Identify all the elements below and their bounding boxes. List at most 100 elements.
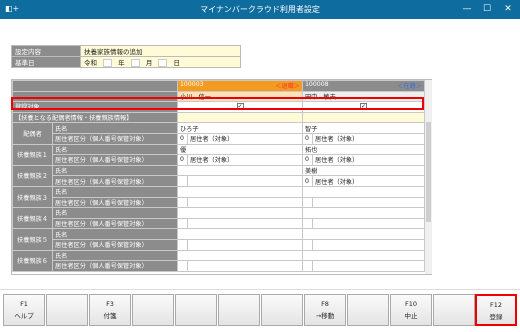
dependent-name[interactable] <box>177 228 303 240</box>
residence-code[interactable]: 0 <box>177 154 188 166</box>
employee-code: 100008 <box>305 81 329 89</box>
residence-code[interactable]: 0 <box>302 132 313 145</box>
dependents-grid: 100003 ＜退職＞ 100008 ＜在籍＞ 小川 信一 田中 敏夫 登録対象… <box>11 79 432 275</box>
residence-value: 居住者（対象） <box>312 132 425 145</box>
residence-value <box>312 217 425 230</box>
field-label: 氏名 <box>52 249 178 262</box>
residence-code[interactable] <box>177 238 188 251</box>
residence-value <box>187 238 303 251</box>
month-input[interactable] <box>130 59 140 67</box>
f7-button[interactable] <box>261 294 303 326</box>
register-checkbox[interactable]: ✓ <box>236 103 244 111</box>
month-unit: 月 <box>145 59 153 67</box>
employee-header-1[interactable]: 100003 ＜退職＞ <box>177 80 303 92</box>
base-date-label: 基準日 <box>11 56 81 68</box>
residence-code[interactable] <box>302 238 313 251</box>
settings-info: 設定内容 扶養家族情報の追加 基準日 令和 年 月 日 <box>11 45 241 68</box>
dependent-name[interactable]: 美樹 <box>302 164 425 177</box>
function-key-bar: F1 ヘルプ F3 付箋 F8 →移動 F10 中止 F12 登録 <box>0 289 520 332</box>
minimize-button[interactable]: — <box>460 2 474 16</box>
f12-register-button[interactable]: F12 登録 <box>475 294 517 326</box>
f8-move-button[interactable]: F8 →移動 <box>304 294 346 326</box>
dependent-name[interactable]: 智子 <box>302 122 425 134</box>
register-target-cell: ✓ <box>177 101 303 113</box>
base-date-field: 令和 年 月 日 <box>80 56 241 68</box>
group-label: 扶養親族６ <box>12 249 53 272</box>
residence-value: 居住者（対象） <box>312 154 425 166</box>
f4-button[interactable] <box>132 294 174 326</box>
field-label: 氏名 <box>52 185 178 198</box>
residence-code[interactable]: 0 <box>177 132 188 145</box>
residence-code[interactable] <box>302 196 313 209</box>
day-unit: 日 <box>173 59 180 67</box>
field-label: 居住者区分（個人番号保管対象） <box>52 196 178 209</box>
residence-value: 居住者（対象） <box>312 175 425 187</box>
field-label: 居住者区分（個人番号保管対象） <box>52 260 178 272</box>
title-bar: ◧+ マイナンバークラウド利用者設定 — ☐ ✕ <box>0 0 520 19</box>
field-label: 氏名 <box>52 164 178 177</box>
dependent-name[interactable] <box>177 249 303 262</box>
residence-code[interactable]: 0 <box>302 154 313 166</box>
f6-button[interactable] <box>218 294 260 326</box>
dependent-name[interactable] <box>302 249 425 262</box>
f5-button[interactable] <box>175 294 217 326</box>
f2-button[interactable] <box>46 294 88 326</box>
settings-content-label: 設定内容 <box>11 45 81 57</box>
field-label: 居住者区分（個人番号保管対象） <box>52 217 178 230</box>
era-value: 令和 <box>84 59 97 67</box>
f3-sticky-button[interactable]: F3 付箋 <box>89 294 131 326</box>
residence-code[interactable] <box>302 260 313 272</box>
group-label: 扶養親族５ <box>12 228 53 251</box>
close-button[interactable]: ✕ <box>501 2 515 16</box>
register-target-cell: ✓ <box>302 101 425 113</box>
field-label: 氏名 <box>52 143 178 156</box>
field-label: 居住者区分（個人番号保管対象） <box>52 175 178 187</box>
employee-code: 100003 <box>180 81 204 89</box>
group-label: 扶養親族４ <box>12 207 53 230</box>
residence-code[interactable] <box>177 260 188 272</box>
maximize-button[interactable]: ☐ <box>480 2 494 16</box>
field-label: 氏名 <box>52 207 178 219</box>
register-target-label: 登録対象 <box>12 101 178 113</box>
dependent-name[interactable]: 優 <box>177 143 303 156</box>
dependent-name[interactable]: 拓也 <box>302 143 425 156</box>
year-input[interactable] <box>103 59 113 67</box>
residence-value <box>187 196 303 209</box>
employee-name: 田中 敏夫 <box>302 90 425 103</box>
residence-code[interactable] <box>177 217 188 230</box>
group-label: 扶養親族１ <box>12 143 53 166</box>
f1-help-button[interactable]: F1 ヘルプ <box>3 294 45 326</box>
employee-name: 小川 信一 <box>177 90 303 103</box>
register-checkbox[interactable]: ✓ <box>360 103 367 111</box>
dependent-name[interactable] <box>302 185 425 198</box>
field-label: 氏名 <box>52 122 178 134</box>
residence-code[interactable] <box>177 175 188 187</box>
dependent-name[interactable] <box>177 207 303 219</box>
field-label: 居住者区分（個人番号保管対象） <box>52 132 178 145</box>
scrollbar-thumb[interactable] <box>426 122 431 222</box>
group-label: 扶養親族２ <box>12 164 53 187</box>
employee-status: ＜在籍＞ <box>397 83 422 91</box>
f9-button[interactable] <box>347 294 389 326</box>
field-label: 居住者区分（個人番号保管対象） <box>52 154 178 166</box>
residence-code[interactable] <box>177 196 188 209</box>
f10-cancel-button[interactable]: F10 中止 <box>390 294 432 326</box>
dependent-name[interactable] <box>302 207 425 219</box>
residence-value: 居住者（対象） <box>187 132 303 145</box>
dependent-name[interactable] <box>302 228 425 240</box>
residence-code[interactable] <box>302 217 313 230</box>
f11-button[interactable] <box>433 294 475 326</box>
residence-value <box>312 196 425 209</box>
residence-value <box>312 260 425 272</box>
field-label: 居住者区分（個人番号保管対象） <box>52 238 178 251</box>
employee-status: ＜退職＞ <box>275 83 300 91</box>
dependent-name[interactable]: ひろ子 <box>177 122 303 134</box>
dependent-name[interactable] <box>177 185 303 198</box>
employee-header-2[interactable]: 100008 ＜在籍＞ <box>302 80 425 92</box>
residence-value <box>187 260 303 272</box>
vertical-scrollbar[interactable] <box>425 80 432 274</box>
day-input[interactable] <box>158 59 168 67</box>
dependent-name[interactable] <box>177 164 303 177</box>
year-unit: 年 <box>118 59 125 67</box>
residence-code[interactable]: 0 <box>302 175 313 187</box>
